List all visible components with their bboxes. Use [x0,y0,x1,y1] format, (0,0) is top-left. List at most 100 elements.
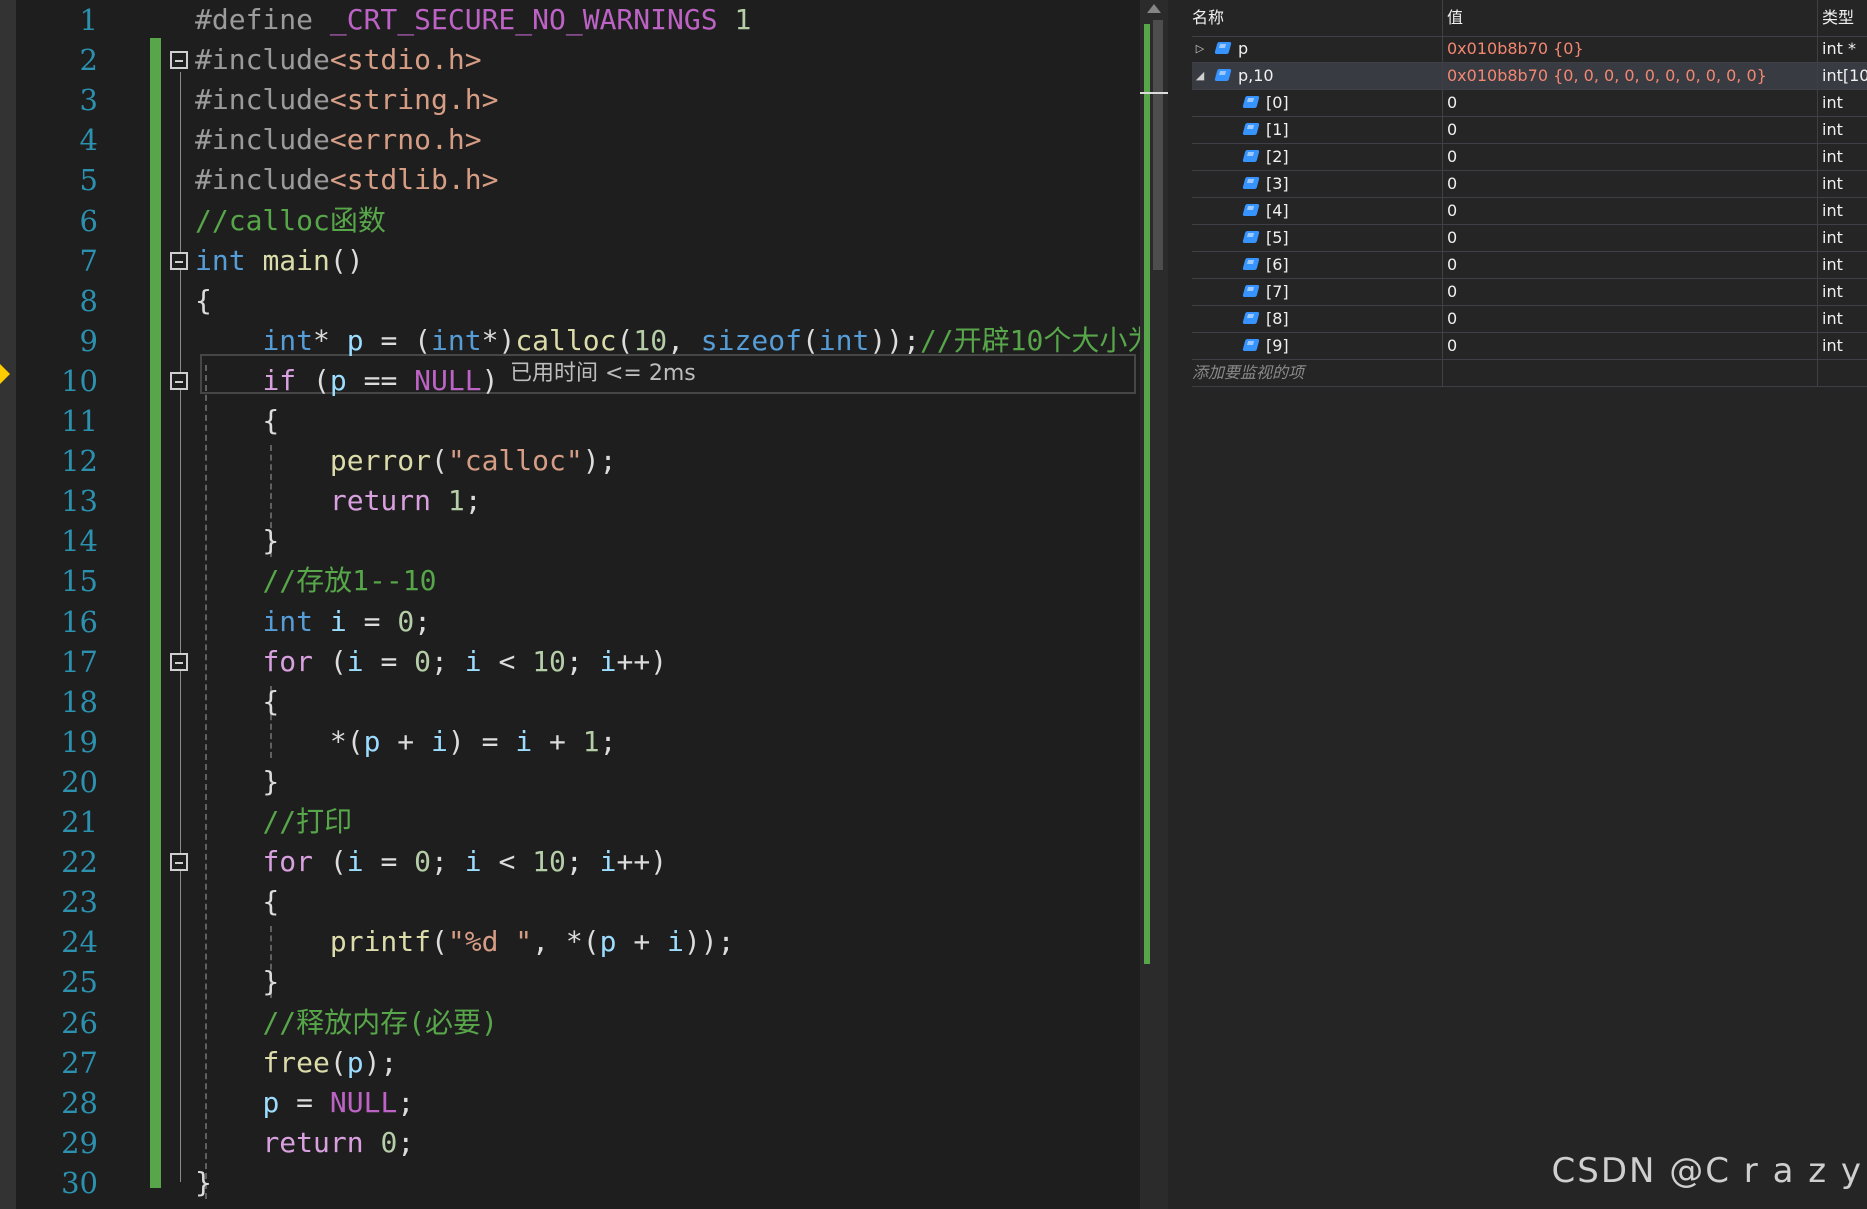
code-line[interactable]: return 0; [195,1123,414,1163]
watch-value-cell[interactable]: 0 [1442,117,1817,143]
watch-type-cell: int [1817,333,1867,359]
code-token: < [481,644,533,678]
code-token: 0 [397,604,415,638]
expanded-arrow-icon[interactable]: ◢ [1194,63,1206,89]
column-header-type[interactable]: 类型 [1817,0,1867,36]
pane-splitter[interactable] [1168,0,1180,1209]
watch-name-cell[interactable]: [4] [1192,198,1432,224]
watch-name-cell[interactable]: [2] [1192,144,1432,170]
code-line[interactable]: perror("calloc"); [195,441,617,481]
collapse-toggle-icon[interactable] [170,251,188,270]
watch-name-cell[interactable]: [3] [1192,171,1432,197]
code-line[interactable]: p = NULL; [195,1083,414,1123]
column-header-name[interactable]: 名称 [1192,0,1432,36]
watch-row[interactable]: [3] 0 int [1192,171,1867,198]
watch-name-cell[interactable]: [1] [1192,117,1432,143]
watch-row[interactable]: ◢ p,10 0x010b8b70 {0, 0, 0, 0, 0, 0, 0, 0,… [1192,63,1867,90]
watch-row[interactable]: [6] 0 int [1192,252,1867,279]
watch-row[interactable]: [2] 0 int [1192,144,1867,171]
collapsed-arrow-icon[interactable]: ▷ [1194,36,1206,62]
watch-row[interactable]: [9] 0 int [1192,333,1867,360]
watch-row[interactable]: [5] 0 int [1192,225,1867,252]
watch-name-cell[interactable]: [8] [1192,306,1432,332]
code-line[interactable]: { [195,682,279,722]
collapse-toggle-icon[interactable] [170,371,188,390]
watch-value-cell[interactable]: 0 [1442,333,1817,359]
code-line[interactable]: } [195,521,279,561]
code-line[interactable]: #include<errno.h> [195,120,482,160]
editor-vertical-scrollbar[interactable] [1140,0,1168,1209]
watch-value-cell[interactable]: 0 [1442,225,1817,251]
code-line[interactable]: #include<stdlib.h> [195,160,498,200]
code-line[interactable]: if (p == NULL) [195,361,498,401]
change-tracking-bar [150,38,161,1188]
watch-value-cell[interactable]: 0x010b8b70 {0} [1442,36,1817,62]
code-line[interactable]: { [195,401,279,441]
scrollbar-thumb[interactable] [1153,20,1163,270]
code-token: ( [431,925,448,959]
code-line[interactable]: { [195,882,279,922]
watch-name-cell[interactable]: [9] [1192,333,1432,359]
watch-name-cell[interactable]: ▷ p [1192,36,1432,62]
code-line[interactable]: return 1; [195,481,482,521]
code-line[interactable]: int main() [195,241,364,281]
code-line[interactable]: #define _CRT_SECURE_NO_WARNINGS 1 [195,0,751,40]
watch-value-cell[interactable]: 0 [1442,198,1817,224]
watch-value-cell[interactable]: 0 [1442,279,1817,305]
watch-row[interactable]: [1] 0 int [1192,117,1867,144]
watch-window[interactable]: 名称 值 类型 ▷ p 0x010b8b70 {0} int * ◢ p,10 0x010b… [1180,0,1867,1209]
code-line[interactable]: //释放内存(必要) [195,1003,497,1043]
code-line[interactable]: #include<string.h> [195,80,498,120]
code-line[interactable]: *(p + i) = i + 1; [195,722,617,762]
watch-value-cell[interactable]: 0x010b8b70 {0, 0, 0, 0, 0, 0, 0, 0, 0, 0… [1442,63,1817,89]
code-token: )); [683,925,735,959]
line-number: 18 [61,684,98,719]
code-line[interactable]: } [195,1163,212,1203]
watch-name-cell[interactable]: [7] [1192,279,1432,305]
code-token: 10 [532,644,566,678]
code-line[interactable]: for (i = 0; i < 10; i++) [195,842,667,882]
code-token: ); [363,1045,398,1079]
code-line[interactable]: //存放1--10 [195,561,436,601]
watch-row[interactable]: [8] 0 int [1192,306,1867,333]
watch-name-cell[interactable]: ◢ p,10 [1192,63,1432,89]
variable-icon [1242,312,1260,324]
code-line[interactable]: } [195,962,279,1002]
watch-row[interactable]: [7] 0 int [1192,279,1867,306]
code-line[interactable]: { [195,281,212,321]
collapse-toggle-icon[interactable] [170,51,188,70]
code-token: 0 [414,845,432,879]
code-line[interactable]: for (i = 0; i < 10; i++) [195,642,667,682]
watch-row[interactable]: ▷ p 0x010b8b70 {0} int * [1192,36,1867,63]
watch-value-cell[interactable]: 0 [1442,90,1817,116]
code-line[interactable]: //打印 [195,802,352,842]
watch-name-cell[interactable]: [0] [1192,90,1432,116]
collapse-toggle-icon[interactable] [170,853,188,872]
column-header-value[interactable]: 值 [1442,0,1817,36]
code-line[interactable]: } [195,762,279,802]
code-token: < [481,845,533,879]
code-token: _CRT_SECURE_NO_WARNINGS [329,3,718,36]
code-line[interactable]: #include<stdio.h> [195,40,482,80]
code-token: p [346,323,364,357]
scroll-up-arrow-icon[interactable] [1147,4,1161,13]
add-watch-row[interactable]: 添加要监视的项 [1192,360,1867,387]
code-line[interactable]: //calloc函数 [195,201,386,241]
breakpoint-margin[interactable] [0,0,16,1209]
code-editor[interactable]: 1 2 3 4 5 6 7 8 9 10 11 12 13 14 15 16 17 18 19 20 21 22 23 24 2… [0,0,1140,1209]
add-watch-placeholder[interactable]: 添加要监视的项 [1192,360,1432,386]
watch-name-cell[interactable]: [5] [1192,225,1432,251]
watch-value-cell[interactable]: 0 [1442,306,1817,332]
watch-name-cell[interactable]: [6] [1192,252,1432,278]
code-line[interactable]: free(p); [195,1043,397,1083]
code-line[interactable]: printf("%d ", *(p + i)); [195,922,735,962]
watch-value-cell[interactable]: 0 [1442,171,1817,197]
watch-row[interactable]: [0] 0 int [1192,90,1867,117]
watch-row[interactable]: [4] 0 int [1192,198,1867,225]
watch-value-cell[interactable]: 0 [1442,144,1817,170]
code-line[interactable]: int i = 0; [195,602,431,642]
collapse-toggle-icon[interactable] [170,652,188,671]
watch-value-cell[interactable]: 0 [1442,252,1817,278]
